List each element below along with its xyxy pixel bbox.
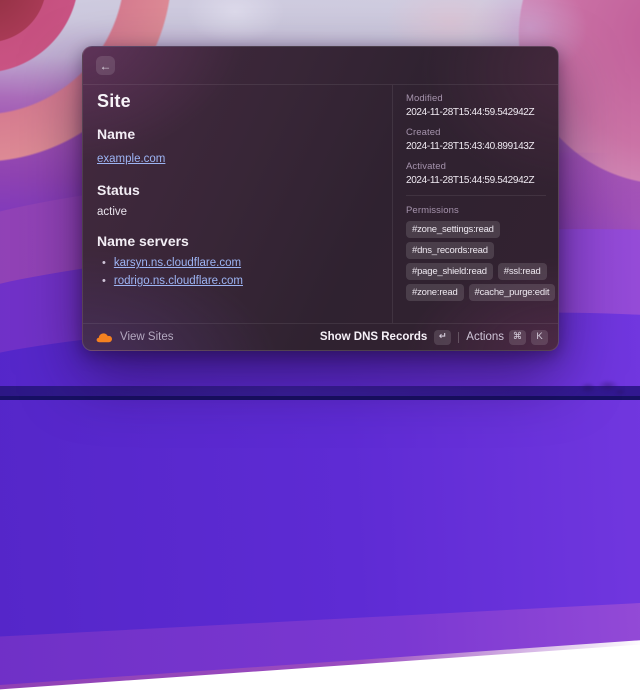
metadata-label: Activated <box>406 161 546 172</box>
metadata-value: 2024-11-28T15:43:40.899143Z <box>406 141 546 152</box>
metadata-item-modified: Modified 2024-11-28T15:44:59.542942Z <box>406 93 546 118</box>
list-item: karsyn.ns.cloudflare.com <box>102 257 378 269</box>
k-key-icon: K <box>531 330 548 345</box>
metadata-divider <box>406 195 546 196</box>
section-heading-status: Status <box>97 182 378 198</box>
wallpaper-watermark <box>576 374 628 398</box>
action-bar: View Sites Show DNS Records ↵ Actions ⌘ … <box>83 323 558 350</box>
section-heading-name-servers: Name servers <box>97 233 378 249</box>
wallpaper-bottom-strip <box>0 396 640 400</box>
name-server-list: karsyn.ns.cloudflare.com rodrigo.ns.clou… <box>97 257 378 287</box>
app-label: View Sites <box>120 331 173 343</box>
return-key-icon: ↵ <box>434 330 451 345</box>
permissions-label: Permissions <box>406 205 546 216</box>
permission-tag: #ssl:read <box>498 263 547 280</box>
section-heading-name: Name <box>97 126 378 142</box>
permissions-tags: #zone_settings:read #dns_records:read #p… <box>406 221 546 301</box>
show-dns-records-label: Show DNS Records <box>320 331 427 343</box>
metadata-value: 2024-11-28T15:44:59.542942Z <box>406 175 546 186</box>
metadata-item-created: Created 2024-11-28T15:43:40.899143Z <box>406 127 546 152</box>
metadata-item-activated: Activated 2024-11-28T15:44:59.542942Z <box>406 161 546 186</box>
command-key-icon: ⌘ <box>509 330 526 345</box>
cloudflare-icon <box>96 332 113 343</box>
metadata-label: Modified <box>406 93 546 104</box>
permission-tag: #zone_settings:read <box>406 221 500 238</box>
raycast-detail-window: ← Site Name example.com Status active Na… <box>82 46 559 351</box>
window-body: Site Name example.com Status active Name… <box>83 85 558 323</box>
detail-pane: Site Name example.com Status active Name… <box>83 85 392 323</box>
metadata-label: Created <box>406 127 546 138</box>
show-dns-records-button[interactable]: Show DNS Records ↵ <box>320 330 451 345</box>
permission-tag: #page_shield:read <box>406 263 493 280</box>
permission-tag: #cache_purge:edit <box>469 284 556 301</box>
back-arrow-icon: ← <box>100 60 112 72</box>
actions-label: Actions <box>466 331 504 343</box>
page-title: Site <box>97 91 378 112</box>
name-server-link[interactable]: karsyn.ns.cloudflare.com <box>114 257 241 269</box>
site-name-link[interactable]: example.com <box>97 153 165 165</box>
window-header: ← <box>83 47 558 85</box>
permission-tag: #dns_records:read <box>406 242 494 259</box>
back-button[interactable]: ← <box>96 56 115 75</box>
status-value: active <box>97 206 378 218</box>
footer-actions: Show DNS Records ↵ Actions ⌘ K <box>320 330 548 345</box>
metadata-pane: Modified 2024-11-28T15:44:59.542942Z Cre… <box>393 85 558 323</box>
metadata-value: 2024-11-28T15:44:59.542942Z <box>406 107 546 118</box>
list-item: rodrigo.ns.cloudflare.com <box>102 275 378 287</box>
name-server-link[interactable]: rodrigo.ns.cloudflare.com <box>114 275 243 287</box>
actions-menu-button[interactable]: Actions ⌘ K <box>466 330 548 345</box>
permission-tag: #zone:read <box>406 284 464 301</box>
footer-divider <box>458 332 459 343</box>
